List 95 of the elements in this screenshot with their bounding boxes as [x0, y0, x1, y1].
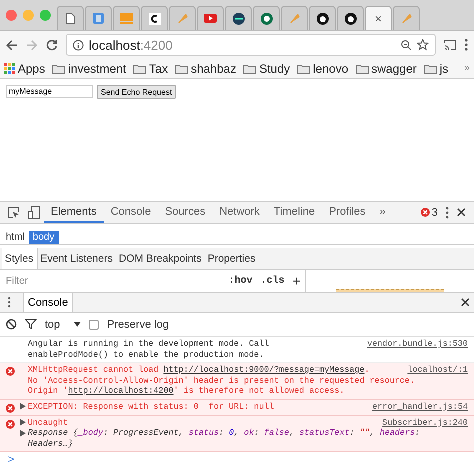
send-echo-button[interactable]: Send Echo Request [97, 85, 176, 99]
console-prompt[interactable]: > [0, 452, 474, 470]
address-bar[interactable]: localhost:4200 [66, 34, 436, 56]
app-icon [93, 13, 104, 24]
message-link[interactable]: http://localhost:4200 [68, 386, 174, 396]
source-link[interactable]: vendor.bundle.js:530 [361, 339, 468, 350]
menu-icon[interactable] [8, 297, 11, 308]
bookmark[interactable]: investment [68, 62, 126, 76]
message-text: Angular is running in the development mode. Call [28, 339, 270, 350]
browser-tab[interactable] [253, 6, 280, 30]
inspect-icon[interactable] [8, 206, 20, 218]
box-icon [120, 13, 133, 24]
reload-icon[interactable] [46, 39, 58, 51]
url-host: localhost [89, 38, 140, 52]
error-icon [6, 420, 14, 428]
close-icon[interactable] [457, 208, 466, 217]
browser-tab[interactable] [225, 6, 252, 30]
zoom-icon[interactable] [401, 40, 412, 50]
error-icon [420, 208, 430, 217]
folder-icon [175, 64, 188, 74]
bookmark[interactable]: Apps [18, 62, 46, 76]
apps-grid-icon [4, 63, 15, 74]
back-icon[interactable] [6, 40, 18, 50]
styles-tab[interactable]: Event Listeners [38, 248, 116, 269]
menu-icon[interactable] [465, 39, 468, 51]
bookmark[interactable]: swagger [372, 62, 417, 76]
menu-icon[interactable] [446, 206, 449, 218]
error-icon [6, 367, 14, 376]
round-logo-icon [260, 12, 272, 24]
feather-icon [290, 14, 300, 24]
browser-tab[interactable]: × [365, 6, 392, 30]
dropdown-icon [74, 322, 82, 327]
browser-tab[interactable] [337, 6, 364, 30]
preserve-log-label: Preserve log [107, 318, 170, 330]
bookmark[interactable]: lenovo [313, 62, 349, 76]
hover-toggle[interactable]: :hov [228, 276, 253, 286]
devtools-tab[interactable]: Console [104, 202, 158, 223]
context-selector[interactable]: top [45, 318, 82, 330]
styles-tab[interactable]: Styles [2, 248, 38, 269]
drawer-tab[interactable]: Console [23, 293, 74, 312]
folder-icon [52, 64, 66, 74]
filter-icon[interactable] [25, 319, 37, 330]
letter-c-icon [148, 12, 160, 24]
message-text: XMLHttpRequest cannot load http://localhost:9000/?message=myMessage. [28, 365, 370, 376]
source-link[interactable]: error_handler.js:54 [366, 402, 468, 412]
bookmark[interactable]: Tax [149, 62, 168, 76]
caret-icon[interactable] [20, 403, 26, 410]
devtools-tab[interactable]: Network [212, 202, 267, 223]
devtools-tab[interactable]: Profiles [322, 202, 373, 223]
message-field[interactable]: myMessage [6, 85, 93, 98]
browser-tab[interactable] [141, 6, 168, 30]
cast-icon[interactable] [444, 40, 457, 50]
message-text: Headers…} [28, 438, 74, 449]
bookmark[interactable]: shahbaz [191, 62, 236, 76]
breadcrumb[interactable]: body [28, 230, 59, 244]
error-count[interactable]: 3 [432, 206, 438, 218]
message-text: Response {_body: ProgressEvent, status: 0, ok: false, statusText: "", headers: [28, 428, 420, 438]
source-link[interactable]: localhost/:1 [402, 365, 468, 376]
url-port: :4200 [140, 38, 173, 52]
bookmark[interactable]: Study [259, 62, 290, 76]
device-icon[interactable] [28, 206, 40, 219]
add-rule-button[interactable]: + [292, 273, 301, 289]
play-icon [204, 14, 217, 23]
close-icon[interactable] [461, 298, 470, 307]
breadcrumb[interactable]: html [2, 230, 29, 244]
star-icon[interactable] [417, 39, 429, 51]
folder-icon [133, 64, 146, 74]
message-text: Origin 'http://localhost:4200' is therefore not allowed access. [28, 386, 345, 396]
message-text: enableProdMode() to enable the production mode. [28, 350, 264, 360]
message-link[interactable]: http://localhost:9000/?message=myMessage [164, 365, 365, 375]
folder-icon [243, 64, 256, 74]
source-link[interactable]: Subscriber.js:240 [376, 418, 468, 428]
error-icon [6, 404, 14, 412]
devtools-tab[interactable]: Sources [158, 202, 213, 223]
message-text: EXCEPTION: Response with status: 0 for URL: null [28, 402, 274, 412]
message-text: No 'Access-Control-Allow-Origin' header is present on the requested resource. [28, 376, 415, 386]
globe-icon [232, 12, 244, 24]
clear-icon[interactable] [6, 319, 17, 330]
styles-tab[interactable]: DOM Breakpoints [116, 248, 205, 269]
devtools-tab[interactable]: Elements [44, 202, 104, 223]
more-tabs[interactable]: » [372, 202, 393, 223]
folder-icon [297, 64, 310, 74]
browser-tab[interactable] [309, 6, 336, 30]
folder-icon [356, 64, 369, 74]
message-text: Uncaught [28, 418, 68, 428]
page-icon [66, 13, 75, 24]
feather-icon [402, 14, 412, 24]
devtools-tab[interactable]: Timeline [266, 202, 322, 223]
bookmark[interactable]: js [440, 62, 449, 76]
folder-icon [424, 64, 437, 74]
feather-icon [178, 14, 188, 24]
info-icon [73, 40, 84, 50]
preserve-log-checkbox[interactable] [89, 320, 100, 330]
class-toggle[interactable]: .cls [260, 276, 285, 286]
styles-tab[interactable]: Properties [204, 248, 259, 269]
